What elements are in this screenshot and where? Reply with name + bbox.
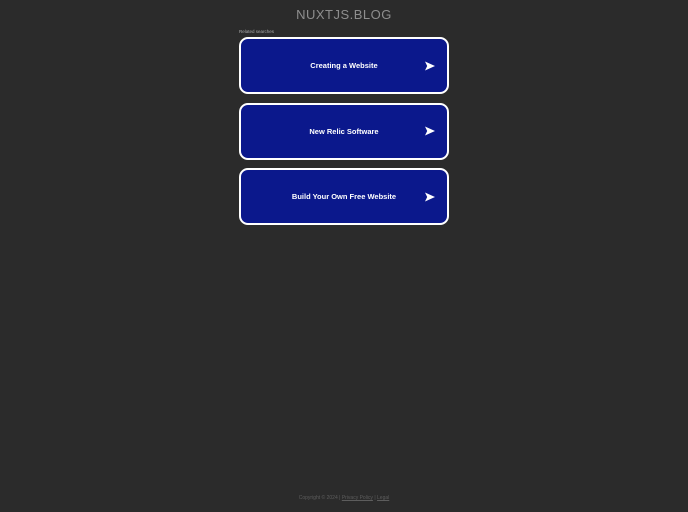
related-searches-label: Related searches — [239, 29, 275, 34]
arrow-right-icon — [425, 61, 435, 70]
related-search-label: Creating a Website — [310, 61, 378, 70]
domain-title: NUXTJS.BLOG — [296, 7, 392, 22]
footer: Copyright © 2024 | Privacy Policy | Lega… — [0, 495, 688, 502]
related-search-link-build-your-own-free-website[interactable]: Build Your Own Free Website — [239, 168, 449, 225]
related-searches-list: Creating a Website New Relic Software Bu… — [239, 37, 449, 234]
footer-separator: | — [374, 495, 376, 501]
legal-link[interactable]: Legal — [377, 495, 389, 501]
related-search-label: New Relic Software — [309, 126, 379, 136]
footer-separator: | — [339, 495, 341, 501]
related-search-label: Build Your Own Free Website — [291, 192, 397, 201]
related-search-link-new-relic-software[interactable]: New Relic Software — [239, 102, 449, 160]
arrow-right-icon — [425, 192, 435, 201]
related-search-link-creating-a-website[interactable]: Creating a Website — [239, 37, 449, 94]
parked-domain-page: NUXTJS.BLOG Related searches Creating a … — [0, 0, 688, 512]
copyright-text: Copyright © 2024 — [298, 495, 338, 501]
arrow-right-icon — [425, 126, 435, 136]
privacy-policy-link[interactable]: Privacy Policy — [342, 495, 373, 501]
